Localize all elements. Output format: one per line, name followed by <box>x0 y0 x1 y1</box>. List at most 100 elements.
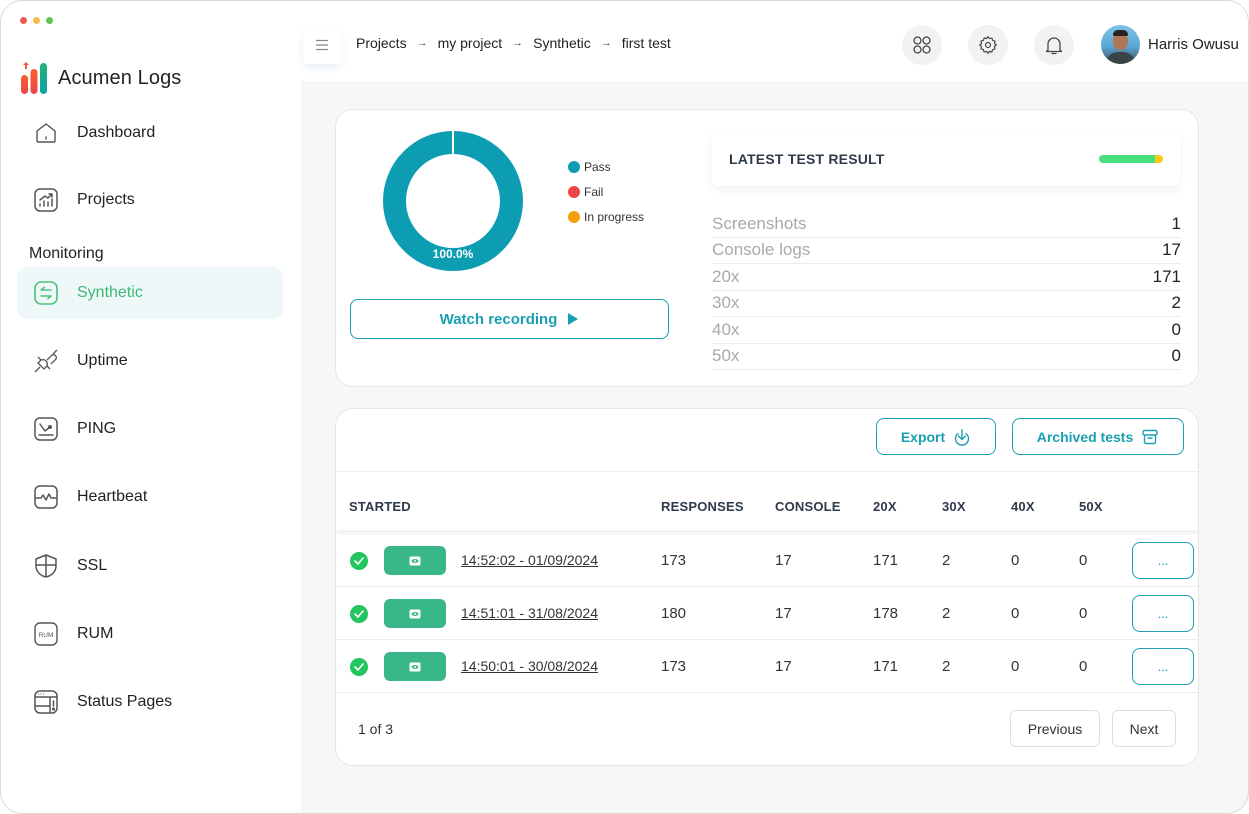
breadcrumb-synthetic[interactable]: Synthetic <box>533 35 591 51</box>
menu-toggle-button[interactable] <box>303 26 341 64</box>
row-actions-button[interactable]: ... <box>1132 542 1194 579</box>
result-bar-success-segment <box>1099 155 1155 163</box>
previous-page-button[interactable]: Previous <box>1010 710 1100 747</box>
donut-data-label: 100.0% <box>432 247 474 261</box>
row-actions-button[interactable]: ... <box>1132 648 1194 685</box>
latest-test-result-title: LATEST TEST RESULT <box>729 151 885 167</box>
legend-label: In progress <box>584 209 645 224</box>
started-date-link[interactable]: 14:52:02 - 01/09/2024 <box>461 552 598 568</box>
view-recording-button[interactable] <box>384 546 446 575</box>
sidebar-item-label: Synthetic <box>77 284 143 301</box>
legend-dot-fail <box>568 185 580 198</box>
stat-label: 20x <box>712 266 740 286</box>
started-date-link[interactable]: 14:50:01 - 30/08/2024 <box>461 658 598 674</box>
cell-responses: 173 <box>661 658 687 675</box>
column-header-50x[interactable]: 50X <box>1079 499 1103 514</box>
cell-40x: 0 <box>1011 658 1020 675</box>
brand-logo[interactable]: Acumen Logs <box>20 62 181 94</box>
screen-eye-icon <box>409 609 421 618</box>
sidebar-item-projects[interactable]: Projects <box>17 174 283 226</box>
next-page-button[interactable]: Next <box>1112 710 1176 747</box>
watch-recording-button[interactable]: Watch recording <box>350 299 669 339</box>
pulse-icon <box>33 484 59 510</box>
archived-tests-label: Archived tests <box>1036 428 1134 445</box>
minimize-window-dot[interactable] <box>33 17 40 24</box>
export-button[interactable]: Export <box>876 418 996 455</box>
legend-item-in-progress[interactable]: In progress <box>568 204 644 229</box>
stat-row-40x: 40x 0 <box>712 317 1181 344</box>
stat-value: 0 <box>1171 346 1181 366</box>
close-window-dot[interactable] <box>20 17 27 24</box>
cell-50x: 0 <box>1079 552 1088 569</box>
bell-icon <box>1045 37 1063 55</box>
legend-dot-pass <box>568 160 580 173</box>
screen-eye-icon <box>409 556 421 565</box>
breadcrumb-first-test: first test <box>621 35 671 51</box>
stat-row-30x: 30x 2 <box>712 291 1181 317</box>
sidebar-item-uptime[interactable]: Uptime <box>17 335 283 387</box>
hamburger-icon <box>316 39 328 51</box>
legend-item-pass[interactable]: Pass <box>568 154 644 179</box>
sidebar-item-label: Uptime <box>77 352 128 369</box>
cell-50x: 0 <box>1079 658 1088 675</box>
sidebar-item-label: Projects <box>77 191 135 208</box>
rum-badge-icon: RUM <box>33 621 59 647</box>
legend-item-fail[interactable]: Fail <box>568 179 644 204</box>
passed-check-icon <box>350 552 368 570</box>
stats-list: Screenshots 1 Console logs 17 20x 171 30x 2 … <box>712 211 1181 370</box>
archived-tests-button[interactable]: Archived tests <box>1012 418 1184 455</box>
stat-value: 17 <box>1162 240 1181 260</box>
test-summary-card: 100.0% Pass Fail In progress Watch recor… <box>335 109 1199 387</box>
logo-icon <box>21 62 47 94</box>
sidebar-item-ssl[interactable]: SSL <box>17 540 283 592</box>
notifications-button[interactable] <box>1034 25 1074 65</box>
row-actions-button[interactable]: ... <box>1132 595 1194 632</box>
sidebar-item-dashboard[interactable]: Dashboard <box>17 107 283 159</box>
legend-dot-in-progress <box>568 210 580 223</box>
result-donut-chart: 100.0% <box>382 130 524 272</box>
cell-50x: 0 <box>1079 605 1088 622</box>
column-header-console[interactable]: CONSOLE <box>775 499 841 514</box>
sidebar-item-ping[interactable]: PING <box>17 403 283 455</box>
started-date-link[interactable]: 14:51:01 - 31/08/2024 <box>461 605 598 621</box>
column-header-20x[interactable]: 20X <box>873 499 897 514</box>
plug-icon <box>33 348 59 374</box>
latest-result-bar <box>1099 155 1163 163</box>
stat-label: 50x <box>712 346 740 366</box>
sidebar: Acumen Logs Dashboard Projects Monitorin… <box>1 1 301 813</box>
column-header-30x[interactable]: 30X <box>942 499 966 514</box>
sidebar-item-status-pages[interactable]: Status Pages <box>17 676 283 728</box>
view-recording-button[interactable] <box>384 652 446 681</box>
donut-slice-pass[interactable] <box>383 131 523 271</box>
cell-30x: 2 <box>942 658 951 675</box>
swap-arrows-icon <box>33 280 59 306</box>
breadcrumb-arrow-icon: → <box>512 37 524 49</box>
sidebar-item-rum[interactable]: RUM RUM <box>17 608 283 660</box>
export-label: Export <box>900 428 946 445</box>
cell-20x: 171 <box>873 658 899 675</box>
maximize-window-dot[interactable] <box>46 17 53 24</box>
column-header-40x[interactable]: 40X <box>1011 499 1035 514</box>
cell-30x: 2 <box>942 605 951 622</box>
stat-row-console-logs: Console logs 17 <box>712 238 1181 264</box>
sidebar-item-label: Dashboard <box>77 124 156 141</box>
view-recording-button[interactable] <box>384 599 446 628</box>
sidebar-item-synthetic[interactable]: Synthetic <box>17 267 283 319</box>
cell-30x: 2 <box>942 552 951 569</box>
column-header-responses[interactable]: RESPONSES <box>661 499 744 514</box>
breadcrumb-my-project[interactable]: my project <box>438 35 503 51</box>
sidebar-item-heartbeat[interactable]: Heartbeat <box>17 471 283 523</box>
stat-row-50x: 50x 0 <box>712 344 1181 370</box>
status-page-icon <box>33 689 59 715</box>
breadcrumb-projects[interactable]: Projects <box>356 35 407 51</box>
user-menu[interactable]: Harris Owusu <box>1101 25 1239 64</box>
stat-label: 30x <box>712 293 740 313</box>
sidebar-item-label: Status Pages <box>77 693 173 710</box>
cell-20x: 178 <box>873 605 899 622</box>
window-controls <box>20 17 53 24</box>
settings-button[interactable] <box>968 25 1008 65</box>
column-header-started[interactable]: STARTED <box>349 499 411 514</box>
cell-20x: 171 <box>873 552 899 569</box>
apps-button[interactable] <box>902 25 942 65</box>
chart-legend: Pass Fail In progress <box>568 154 644 229</box>
